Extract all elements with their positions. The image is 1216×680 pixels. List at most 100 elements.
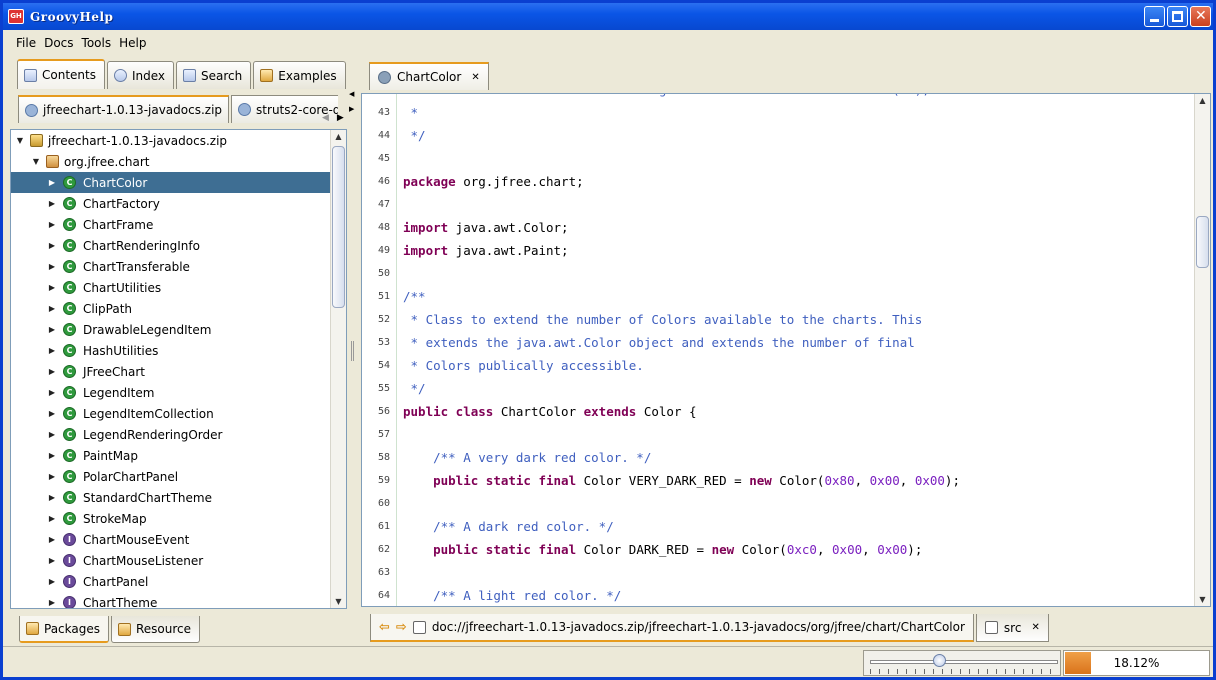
collapse-icon[interactable]: ▼ — [31, 157, 41, 166]
collapse-left-icon[interactable]: ◀ — [349, 90, 354, 98]
tree-item[interactable]: ▶ I ChartPanel — [11, 571, 331, 592]
gutter-line — [396, 331, 397, 354]
menu-tools[interactable]: Tools — [78, 36, 116, 50]
menu-file[interactable]: File — [12, 36, 40, 50]
tree-item[interactable]: ▶ C LegendRenderingOrder — [11, 424, 331, 445]
expand-icon[interactable]: ▶ — [47, 451, 57, 460]
tab-index[interactable]: Index — [106, 61, 175, 89]
code-token: 0xc0 — [786, 542, 817, 557]
close-button[interactable]: ✕ — [1190, 6, 1211, 27]
forward-arrow-icon[interactable]: ⇨ — [396, 620, 407, 635]
scroll-up-icon[interactable]: ▲ — [331, 130, 346, 143]
tree-item[interactable]: ▶ C ChartColor — [11, 172, 331, 193]
gutter-line — [396, 216, 397, 239]
tree-item[interactable]: ▶ C LegendItem — [11, 382, 331, 403]
expand-icon[interactable]: ▶ — [47, 241, 57, 250]
tree-scrollbar[interactable]: ▲ ▼ — [330, 130, 346, 608]
tree-item[interactable]: ▶ C PaintMap — [11, 445, 331, 466]
tab-packages[interactable]: Packages — [19, 616, 109, 643]
expand-icon[interactable]: ▶ — [47, 430, 57, 439]
source-viewer[interactable]: 42 * 02-Feb-2007 : Removed author tags a… — [361, 93, 1211, 607]
gutter-line — [396, 193, 397, 216]
tab-chartcolor[interactable]: ChartColor ✕ — [369, 62, 489, 90]
tab-search[interactable]: Search — [176, 61, 252, 89]
scroll-down-icon[interactable]: ▼ — [1195, 593, 1210, 606]
close-icon: ✕ — [1195, 8, 1207, 24]
collapse-icon[interactable]: ▼ — [15, 136, 25, 145]
back-arrow-icon[interactable]: ⇦ — [379, 620, 390, 635]
doc-path-tab[interactable]: ⇦ ⇨ doc://jfreechart-1.0.13-javadocs.zip… — [370, 614, 974, 642]
expand-icon[interactable]: ▶ — [47, 346, 57, 355]
menu-help[interactable]: Help — [115, 36, 150, 50]
expand-icon[interactable]: ▶ — [47, 493, 57, 502]
expand-icon[interactable]: ▶ — [47, 535, 57, 544]
expand-icon[interactable]: ▶ — [47, 514, 57, 523]
tree-item[interactable]: ▶ C DrawableLegendItem — [11, 319, 331, 340]
tree-item[interactable]: ▶ C LegendItemCollection — [11, 403, 331, 424]
expand-icon[interactable]: ▶ — [47, 262, 57, 271]
scroll-left-icon[interactable]: ◀ — [322, 113, 329, 123]
tree-item[interactable]: ▶ I ChartMouseEvent — [11, 529, 331, 550]
scroll-up-icon[interactable]: ▲ — [1195, 94, 1210, 107]
tree-item[interactable]: ▶ C StandardChartTheme — [11, 487, 331, 508]
slider-thumb[interactable] — [933, 654, 946, 667]
expand-icon[interactable]: ▶ — [47, 556, 57, 565]
expand-icon[interactable]: ▶ — [47, 220, 57, 229]
expand-icon[interactable]: ▶ — [47, 367, 57, 376]
class-icon: C — [63, 449, 76, 462]
tree-item[interactable]: ▶ C PolarChartPanel — [11, 466, 331, 487]
line-number: 45 — [377, 153, 390, 164]
tree-item[interactable]: ▶ I ChartMouseListener — [11, 550, 331, 571]
tree-item[interactable]: ▶ C StrokeMap — [11, 508, 331, 529]
tree-item[interactable]: ▶ C ChartRenderingInfo — [11, 235, 331, 256]
doc-tab-jfreechart[interactable]: jfreechart-1.0.13-javadocs.zip — [18, 95, 230, 123]
expand-icon[interactable]: ▶ — [47, 178, 57, 187]
expand-icon[interactable]: ▶ — [47, 472, 57, 481]
zoom-slider[interactable] — [863, 650, 1061, 676]
tree-item[interactable]: ▶ C ChartFactory — [11, 193, 331, 214]
expand-icon[interactable]: ▶ — [47, 304, 57, 313]
src-tab[interactable]: src ✕ — [975, 614, 1049, 642]
expand-icon[interactable]: ▶ — [47, 577, 57, 586]
scroll-right-icon[interactable]: ▶ — [337, 113, 344, 123]
code-token: , — [862, 542, 878, 557]
tree-item[interactable]: ▶ C JFreeChart — [11, 361, 331, 382]
editor-scroll-thumb[interactable] — [1196, 216, 1209, 268]
pane-splitter[interactable]: ◀ ▶ — [348, 58, 358, 615]
code-line: 57 — [362, 423, 1196, 446]
splitter-grip-icon[interactable] — [351, 341, 354, 361]
expand-icon[interactable]: ▶ — [47, 598, 57, 607]
close-tab-icon[interactable]: ✕ — [471, 72, 479, 83]
location-bar: ⇦ ⇨ doc://jfreechart-1.0.13-javadocs.zip… — [370, 614, 1049, 642]
expand-icon[interactable]: ▶ — [47, 283, 57, 292]
tab-contents[interactable]: Contents — [17, 59, 105, 89]
title-bar[interactable]: GH GroovyHelp ✕ — [3, 3, 1213, 30]
editor-scrollbar[interactable]: ▲ ▼ — [1194, 94, 1210, 606]
tree-package[interactable]: ▼ org.jfree.chart — [11, 151, 331, 172]
expand-icon[interactable]: ▶ — [47, 325, 57, 334]
menu-docs[interactable]: Docs — [40, 36, 77, 50]
close-tab-icon[interactable]: ✕ — [1031, 622, 1039, 633]
tree-item[interactable]: ▶ I ChartTheme — [11, 592, 331, 608]
tree-scroll-thumb[interactable] — [332, 146, 345, 308]
expand-icon[interactable]: ▶ — [47, 199, 57, 208]
expand-right-icon[interactable]: ▶ — [349, 105, 354, 113]
tree-item[interactable]: ▶ C ChartFrame — [11, 214, 331, 235]
minimize-button[interactable] — [1144, 6, 1165, 27]
tab-examples[interactable]: Examples — [253, 61, 346, 89]
tree-item[interactable]: ▶ C ChartUtilities — [11, 277, 331, 298]
maximize-button[interactable] — [1167, 6, 1188, 27]
code-token: new — [749, 473, 772, 488]
tree-item[interactable]: ▶ C ClipPath — [11, 298, 331, 319]
expand-icon[interactable]: ▶ — [47, 388, 57, 397]
tree-item[interactable]: ▶ C HashUtilities — [11, 340, 331, 361]
expand-icon[interactable]: ▶ — [47, 409, 57, 418]
tree-item[interactable]: ▶ C ChartTransferable — [11, 256, 331, 277]
tab-label: Search — [201, 68, 243, 83]
tree-root[interactable]: ▼ jfreechart-1.0.13-javadocs.zip — [11, 130, 331, 151]
tab-resource[interactable]: Resource — [111, 616, 201, 643]
code-token: public static final — [433, 473, 577, 488]
scroll-down-icon[interactable]: ▼ — [331, 595, 346, 608]
